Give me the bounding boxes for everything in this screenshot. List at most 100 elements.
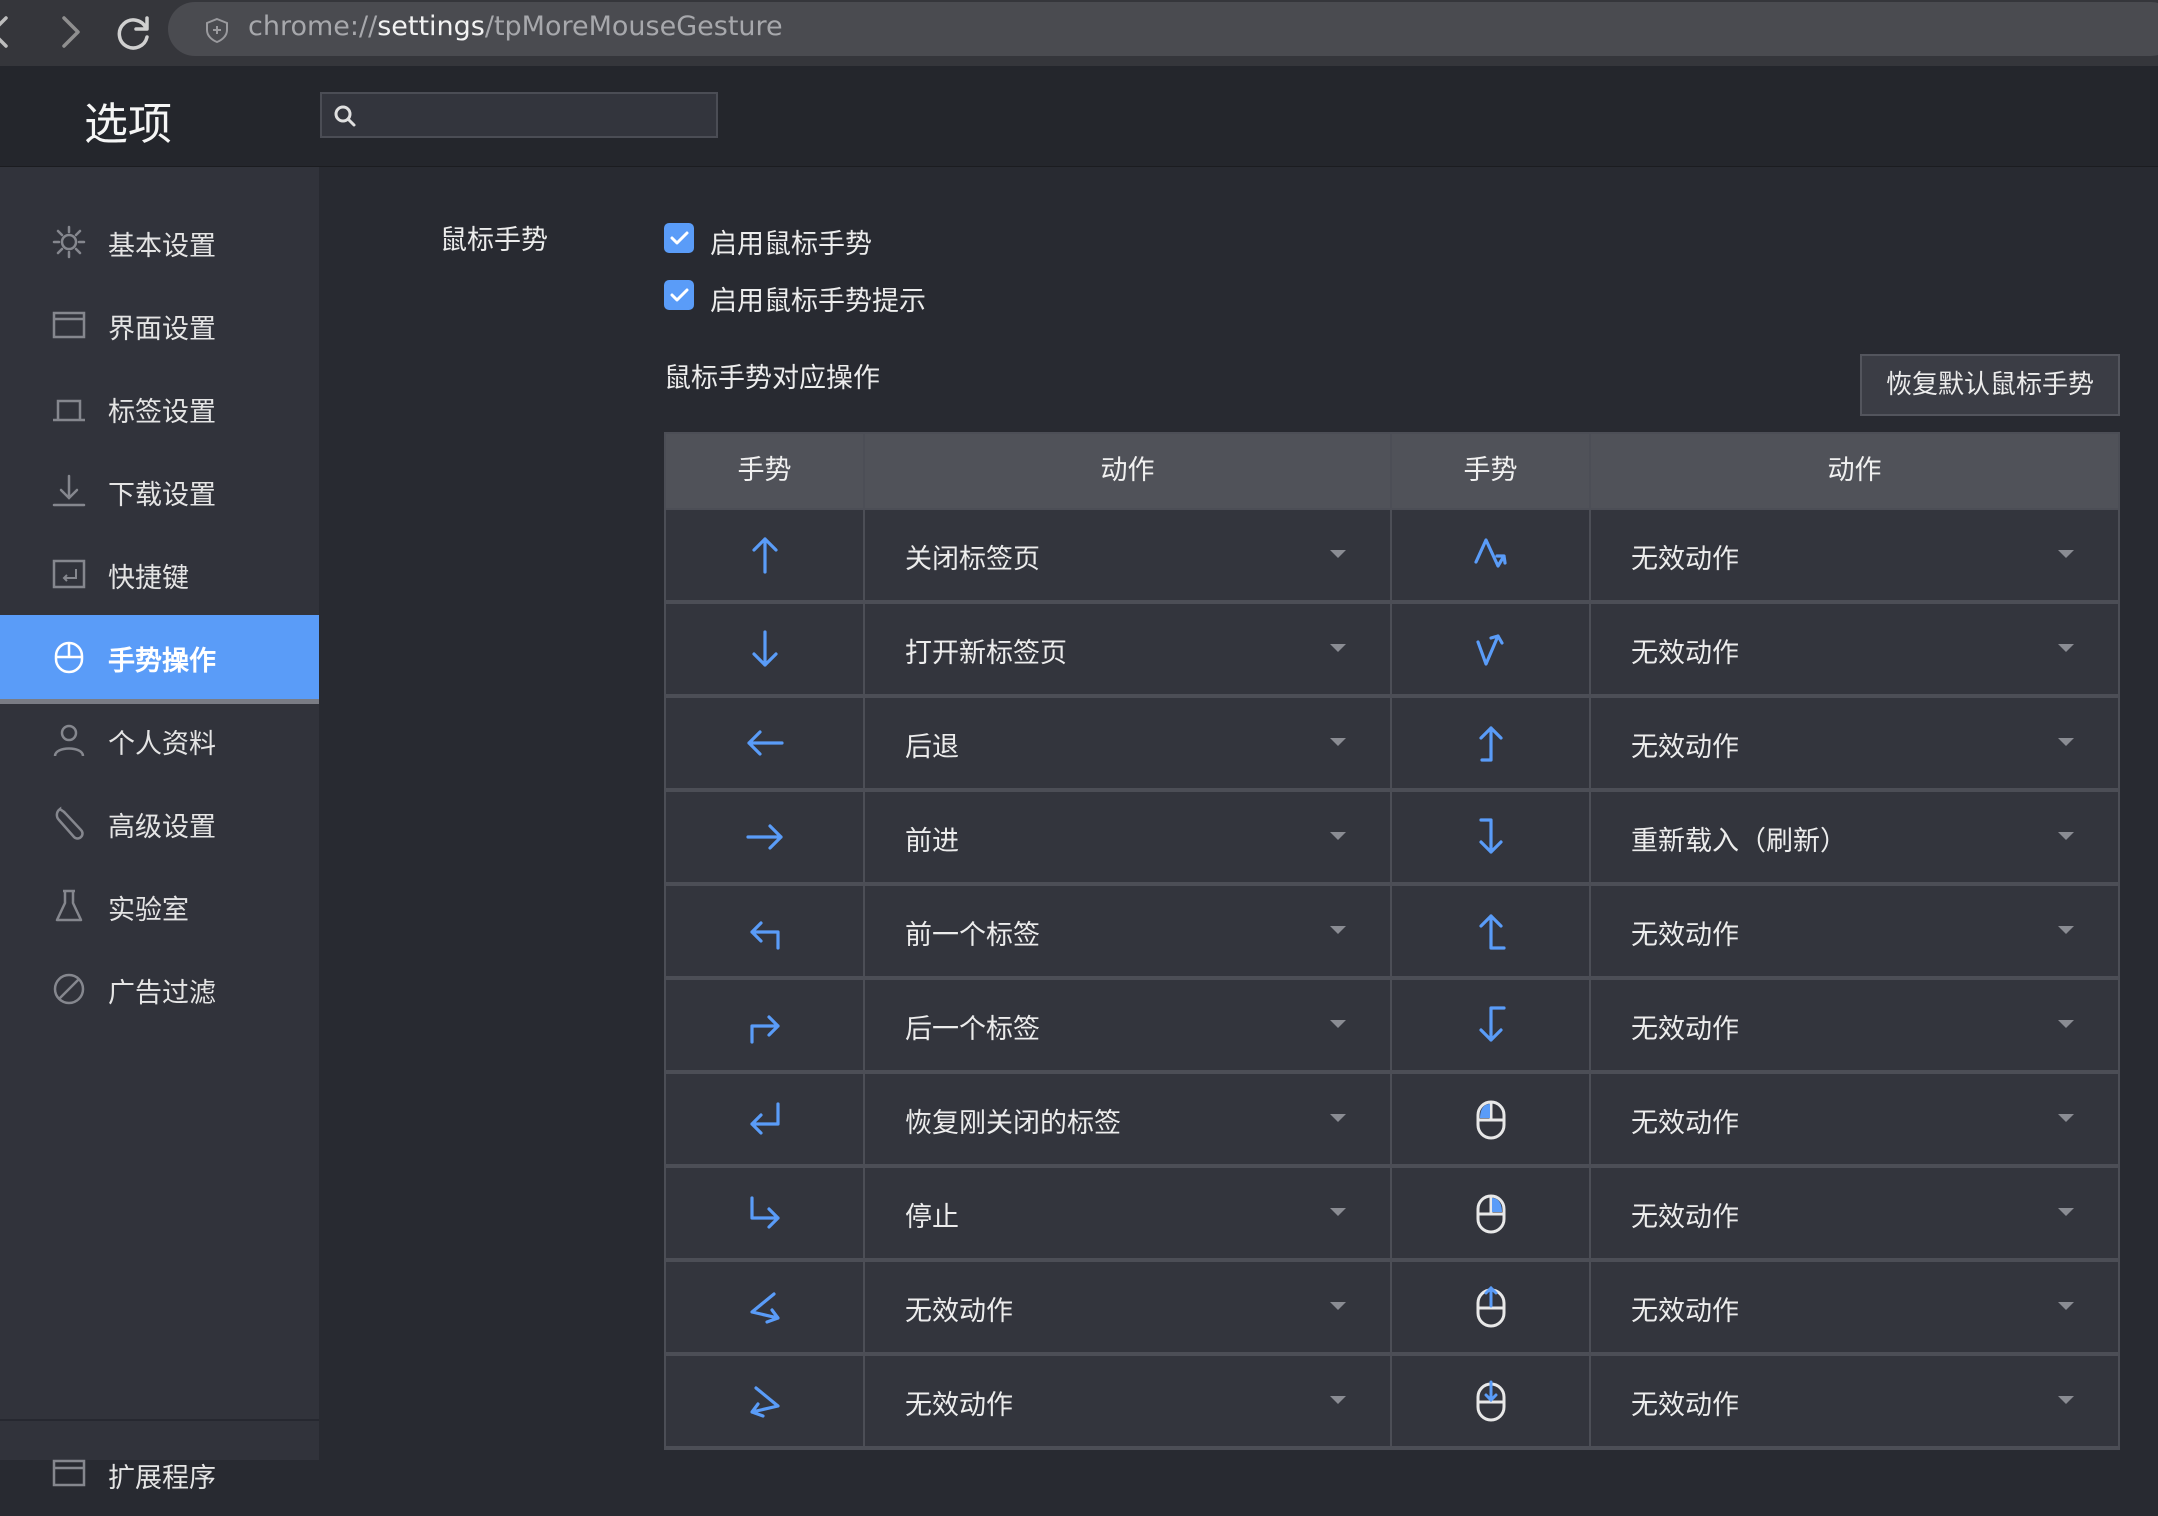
action-value: 无效动作 bbox=[1631, 638, 1739, 669]
action-value: 无效动作 bbox=[1631, 544, 1739, 575]
action-value: 重新载入（刷新） bbox=[1631, 826, 1847, 857]
gesture-table: 手势 动作 手势 动作 关闭标签页 无效动作 打开新标签页 无效动作 后退 无效动作 前进重… bbox=[664, 432, 2120, 1450]
right-gesture-cell bbox=[1392, 510, 1589, 600]
right-action-select[interactable]: 无效动作 bbox=[1591, 1356, 2118, 1446]
left-action-select[interactable]: 打开新标签页 bbox=[865, 604, 1390, 694]
up-down-zigzag-icon bbox=[1466, 624, 1516, 674]
dropdown-caret-icon bbox=[2058, 644, 2074, 652]
down-up-zigzag-icon bbox=[1466, 530, 1516, 580]
reset-gestures-button[interactable]: 恢复默认鼠标手势 bbox=[1860, 354, 2120, 416]
right-action-select[interactable]: 无效动作 bbox=[1591, 1074, 2118, 1164]
page-header: 选项 bbox=[0, 66, 2158, 167]
sidebar-item-label: 界面设置 bbox=[108, 314, 216, 345]
sidebar-item-label: 广告过滤 bbox=[108, 978, 216, 1009]
dropdown-caret-icon bbox=[1330, 550, 1346, 558]
dropdown-caret-icon bbox=[2058, 550, 2074, 558]
dropdown-caret-icon bbox=[2058, 1302, 2074, 1310]
left-action-select[interactable]: 前进 bbox=[865, 792, 1390, 882]
shield-icon bbox=[204, 17, 230, 44]
search-input[interactable] bbox=[368, 98, 712, 134]
sidebar-item-profile[interactable]: 个人资料 bbox=[0, 698, 319, 782]
left-action-select[interactable]: 后一个标签 bbox=[865, 980, 1390, 1070]
reload-icon[interactable] bbox=[108, 6, 160, 58]
right-gesture-cell bbox=[1392, 980, 1589, 1070]
sidebar-item-interface[interactable]: 界面设置 bbox=[0, 283, 319, 367]
left-action-select[interactable]: 恢复刚关闭的标签 bbox=[865, 1074, 1390, 1164]
right-action-select[interactable]: 无效动作 bbox=[1591, 1262, 2118, 1352]
right-down-left-icon bbox=[740, 1094, 790, 1144]
down-arrow-icon bbox=[740, 624, 790, 674]
left-action-select[interactable]: 无效动作 bbox=[865, 1262, 1390, 1352]
sidebar-item-advanced[interactable]: 高级设置 bbox=[0, 781, 319, 865]
right-action-select[interactable]: 无效动作 bbox=[1591, 886, 2118, 976]
address-bar[interactable]: chrome://settings/tpMoreMouseGesture bbox=[168, 2, 2158, 56]
sidebar-item-label: 下载设置 bbox=[108, 480, 216, 511]
dropdown-caret-icon bbox=[2058, 738, 2074, 746]
sidebar-item-label: 高级设置 bbox=[108, 812, 216, 843]
extension-icon bbox=[50, 1455, 88, 1493]
right-left-zigzag-icon bbox=[740, 1282, 790, 1332]
action-value: 关闭标签页 bbox=[905, 544, 1040, 575]
browser-toolbar: chrome://settings/tpMoreMouseGesture bbox=[0, 0, 2158, 66]
column-header-action: 动作 bbox=[1591, 434, 2118, 508]
back-icon[interactable] bbox=[0, 6, 26, 58]
dropdown-caret-icon bbox=[1330, 832, 1346, 840]
tab-icon bbox=[50, 389, 88, 427]
up-left-then-down-icon bbox=[1466, 1000, 1516, 1050]
right-gesture-cell bbox=[1392, 604, 1589, 694]
mouse-left-click-icon bbox=[1466, 1094, 1516, 1144]
dropdown-caret-icon bbox=[1330, 1020, 1346, 1028]
left-gesture-cell bbox=[666, 1262, 863, 1352]
sidebar-item-extensions[interactable]: 扩展程序 bbox=[0, 1432, 319, 1516]
right-gesture-cell bbox=[1392, 1356, 1589, 1446]
sidebar-item-basic[interactable]: 基本设置 bbox=[0, 200, 319, 284]
wrench-icon bbox=[50, 804, 88, 842]
dropdown-caret-icon bbox=[2058, 926, 2074, 934]
left-action-select[interactable]: 无效动作 bbox=[865, 1356, 1390, 1446]
up-left-turn-icon bbox=[740, 906, 790, 956]
right-action-select[interactable]: 无效动作 bbox=[1591, 510, 2118, 600]
gear-icon bbox=[50, 223, 88, 261]
block-icon bbox=[50, 970, 88, 1008]
enable-gesture-label: 启用鼠标手势 bbox=[710, 229, 872, 260]
section-label: 鼠标手势 bbox=[440, 225, 548, 256]
dropdown-caret-icon bbox=[1330, 1208, 1346, 1216]
left-action-select[interactable]: 停止 bbox=[865, 1168, 1390, 1258]
sidebar: 基本设置 界面设置 标签设置 下载设置 快捷键 手势操作 个人资料 高级设置 实… bbox=[0, 167, 319, 1494]
column-header-gesture: 手势 bbox=[666, 434, 863, 508]
sidebar-item-gestures[interactable]: 手势操作 bbox=[0, 615, 319, 704]
gesture-mapping-title: 鼠标手势对应操作 bbox=[664, 363, 880, 394]
left-action-select[interactable]: 关闭标签页 bbox=[865, 510, 1390, 600]
left-action-select[interactable]: 前一个标签 bbox=[865, 886, 1390, 976]
action-value: 打开新标签页 bbox=[905, 638, 1067, 669]
down-then-right-icon bbox=[740, 1188, 790, 1238]
sidebar-item-adblock[interactable]: 广告过滤 bbox=[0, 947, 319, 1031]
enable-gesture-hint-checkbox[interactable] bbox=[664, 280, 694, 310]
right-action-select[interactable]: 无效动作 bbox=[1591, 604, 2118, 694]
action-value: 无效动作 bbox=[905, 1296, 1013, 1327]
user-icon bbox=[50, 721, 88, 759]
sidebar-item-tabs[interactable]: 标签设置 bbox=[0, 366, 319, 450]
enable-gesture-checkbox[interactable] bbox=[664, 223, 694, 253]
left-gesture-cell bbox=[666, 886, 863, 976]
left-gesture-cell bbox=[666, 792, 863, 882]
right-action-select[interactable]: 无效动作 bbox=[1591, 1168, 2118, 1258]
left-action-select[interactable]: 后退 bbox=[865, 698, 1390, 788]
right-action-select[interactable]: 无效动作 bbox=[1591, 980, 2118, 1070]
sidebar-item-download[interactable]: 下载设置 bbox=[0, 449, 319, 533]
left-gesture-cell bbox=[666, 510, 863, 600]
action-value: 前进 bbox=[905, 826, 959, 857]
right-action-select[interactable]: 无效动作 bbox=[1591, 698, 2118, 788]
dropdown-caret-icon bbox=[1330, 1396, 1346, 1404]
forward-icon[interactable] bbox=[44, 6, 96, 58]
dropdown-caret-icon bbox=[1330, 644, 1346, 652]
dropdown-caret-icon bbox=[1330, 1114, 1346, 1122]
mouse-right-click-icon bbox=[1466, 1188, 1516, 1238]
right-gesture-cell bbox=[1392, 698, 1589, 788]
keyboard-icon bbox=[50, 555, 88, 593]
sidebar-item-shortcuts[interactable]: 快捷键 bbox=[0, 532, 319, 616]
action-value: 无效动作 bbox=[1631, 1108, 1739, 1139]
sidebar-item-lab[interactable]: 实验室 bbox=[0, 864, 319, 948]
right-action-select[interactable]: 重新载入（刷新） bbox=[1591, 792, 2118, 882]
search-box[interactable] bbox=[320, 92, 718, 138]
